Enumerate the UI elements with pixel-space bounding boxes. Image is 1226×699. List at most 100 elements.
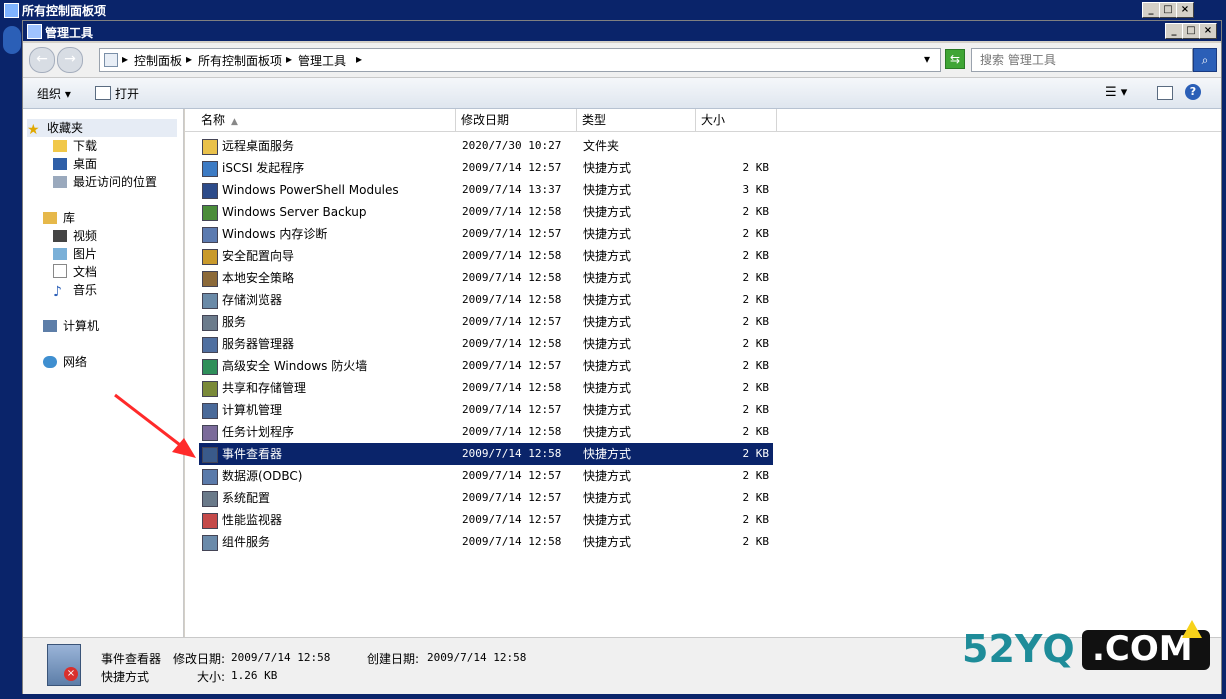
- nav-pictures[interactable]: 图片: [53, 245, 97, 263]
- table-row[interactable]: 性能监视器 2009/7/14 12:57 快捷方式 2 KB: [199, 509, 773, 531]
- file-name: 安全配置向导: [222, 249, 295, 263]
- file-date: 2009/7/14 12:58: [462, 535, 562, 548]
- column-header-name[interactable]: 名称 ▲: [185, 109, 456, 131]
- table-row[interactable]: 事件查看器 2009/7/14 12:58 快捷方式 2 KB: [199, 443, 773, 465]
- shortcut-icon: [202, 293, 218, 309]
- event-viewer-icon: ×: [47, 644, 81, 686]
- table-row[interactable]: 组件服务 2009/7/14 12:58 快捷方式 2 KB: [199, 531, 773, 553]
- minimize-button[interactable]: _: [1142, 2, 1160, 18]
- breadcrumb-control-panel[interactable]: 控制面板: [134, 52, 182, 69]
- table-row[interactable]: 数据源(ODBC) 2009/7/14 12:57 快捷方式 2 KB: [199, 465, 773, 487]
- nav-desktop[interactable]: 桌面: [53, 155, 97, 173]
- details-modified-label: 修改日期:: [173, 652, 226, 666]
- window-title: 管理工具: [45, 26, 94, 40]
- table-row[interactable]: Windows PowerShell Modules 2009/7/14 13:3…: [199, 179, 773, 201]
- file-list: 名称 ▲ 修改日期 类型 大小 远程桌面服务 2020/7/30 10:27 文件夹 i…: [185, 109, 1221, 637]
- nav-recent-places[interactable]: 最近访问的位置: [53, 173, 157, 191]
- shortcut-icon: [202, 249, 218, 265]
- file-name: Windows PowerShell Modules: [222, 183, 399, 197]
- breadcrumb-admin-tools[interactable]: 管理工具: [298, 52, 346, 69]
- nav-videos[interactable]: 视频: [53, 227, 97, 245]
- background-window-title: 所有控制面板项: [22, 4, 107, 18]
- table-row[interactable]: Windows Server Backup 2009/7/14 12:58 快捷方式…: [199, 201, 773, 223]
- open-button[interactable]: 打开: [115, 85, 139, 102]
- video-icon: [53, 230, 67, 242]
- back-arrow-icon[interactable]: [3, 26, 21, 54]
- table-row[interactable]: 存储浏览器 2009/7/14 12:58 快捷方式 2 KB: [199, 289, 773, 311]
- file-type: 快捷方式: [583, 271, 632, 285]
- window-titlebar: 管理工具 _ □ ×: [23, 21, 1221, 41]
- nav-libraries[interactable]: 库: [43, 209, 75, 227]
- column-headers: 名称 ▲ 修改日期 类型 大小: [185, 109, 1221, 132]
- details-size-value: 1.26 KB: [231, 669, 278, 682]
- table-row[interactable]: 本地安全策略 2009/7/14 12:58 快捷方式 2 KB: [199, 267, 773, 289]
- column-header-size[interactable]: 大小: [696, 109, 777, 131]
- annotation-arrow-icon: [114, 393, 196, 458]
- refresh-icon[interactable]: ⇆: [945, 49, 965, 69]
- window-close-button[interactable]: ×: [1199, 23, 1217, 39]
- file-name: iSCSI 发起程序: [222, 161, 305, 175]
- file-date: 2009/7/14 12:58: [462, 293, 562, 306]
- view-options-icon[interactable]: ☰ ▾: [1105, 85, 1127, 100]
- breadcrumb-all-items[interactable]: 所有控制面板项: [198, 52, 282, 69]
- file-size: 2 KB: [742, 205, 770, 218]
- table-row[interactable]: 远程桌面服务 2020/7/30 10:27 文件夹: [199, 135, 773, 157]
- column-header-type[interactable]: 类型: [577, 109, 696, 131]
- file-date: 2009/7/14 12:57: [462, 227, 562, 240]
- nav-downloads[interactable]: 下载: [53, 137, 97, 155]
- window-minimize-button[interactable]: _: [1165, 23, 1183, 39]
- nav-network[interactable]: 网络: [43, 353, 87, 371]
- file-date: 2009/7/14 12:57: [462, 359, 562, 372]
- back-button[interactable]: ←: [29, 47, 55, 73]
- details-created-value: 2009/7/14 12:58: [427, 651, 527, 664]
- folder-icon: [202, 139, 218, 155]
- file-size: 2 KB: [742, 161, 770, 174]
- address-bar[interactable]: ▸ 控制面板 ▸ 所有控制面板项 ▸ 管理工具 ▸ ▾: [99, 48, 941, 72]
- background-window-titlebar: 所有控制面板项 _ □ ×: [0, 0, 1226, 20]
- file-type: 快捷方式: [583, 359, 632, 373]
- maximize-button[interactable]: □: [1159, 2, 1177, 18]
- table-row[interactable]: 服务器管理器 2009/7/14 12:58 快捷方式 2 KB: [199, 333, 773, 355]
- organize-button[interactable]: 组织 ▾: [37, 85, 71, 102]
- explorer-window: 管理工具 _ □ × ← → ▸ 控制面板 ▸ 所有控制面板项 ▸ 管理工具 ▸…: [22, 20, 1222, 694]
- file-date: 2009/7/14 12:57: [462, 315, 562, 328]
- downloads-icon: [53, 140, 67, 152]
- file-size: 2 KB: [742, 535, 770, 548]
- table-row[interactable]: 共享和存储管理 2009/7/14 12:58 快捷方式 2 KB: [199, 377, 773, 399]
- table-row[interactable]: 高级安全 Windows 防火墙 2009/7/14 12:57 快捷方式 2 KB: [199, 355, 773, 377]
- window-maximize-button[interactable]: □: [1182, 23, 1200, 39]
- recent-places-icon: [53, 176, 67, 188]
- help-icon[interactable]: ?: [1185, 84, 1201, 100]
- shortcut-icon: [202, 469, 218, 485]
- file-date: 2020/7/30 10:27: [462, 139, 562, 152]
- desktop-icon: [53, 158, 67, 170]
- forward-button[interactable]: →: [57, 47, 83, 73]
- file-name: 高级安全 Windows 防火墙: [222, 359, 368, 373]
- file-size: 2 KB: [742, 293, 770, 306]
- address-dropdown-icon[interactable]: ▾: [924, 52, 930, 66]
- file-type: 快捷方式: [583, 337, 632, 351]
- music-icon: ♪: [53, 284, 62, 300]
- file-date: 2009/7/14 12:57: [462, 469, 562, 482]
- search-input[interactable]: [978, 52, 1182, 68]
- nav-favorites[interactable]: ★ 收藏夹: [27, 119, 177, 138]
- file-type: 快捷方式: [583, 513, 632, 527]
- table-row[interactable]: 计算机管理 2009/7/14 12:57 快捷方式 2 KB: [199, 399, 773, 421]
- close-button[interactable]: ×: [1176, 2, 1194, 18]
- file-name: 存储浏览器: [222, 293, 283, 307]
- table-row[interactable]: Windows 内存诊断 2009/7/14 12:57 快捷方式 2 KB: [199, 223, 773, 245]
- table-row[interactable]: 服务 2009/7/14 12:57 快捷方式 2 KB: [199, 311, 773, 333]
- table-row[interactable]: iSCSI 发起程序 2009/7/14 12:57 快捷方式 2 KB: [199, 157, 773, 179]
- column-header-date[interactable]: 修改日期: [456, 109, 577, 131]
- search-icon[interactable]: ⌕: [1193, 48, 1217, 72]
- file-type: 快捷方式: [583, 403, 632, 417]
- preview-pane-icon[interactable]: [1157, 86, 1173, 100]
- shortcut-icon: [202, 161, 218, 177]
- table-row[interactable]: 任务计划程序 2009/7/14 12:58 快捷方式 2 KB: [199, 421, 773, 443]
- file-name: 共享和存储管理: [222, 381, 307, 395]
- table-row[interactable]: 安全配置向导 2009/7/14 12:58 快捷方式 2 KB: [199, 245, 773, 267]
- nav-music[interactable]: ♪ 音乐: [53, 281, 97, 300]
- table-row[interactable]: 系统配置 2009/7/14 12:57 快捷方式 2 KB: [199, 487, 773, 509]
- nav-computer[interactable]: 计算机: [43, 317, 99, 335]
- nav-documents[interactable]: 文档: [53, 263, 97, 281]
